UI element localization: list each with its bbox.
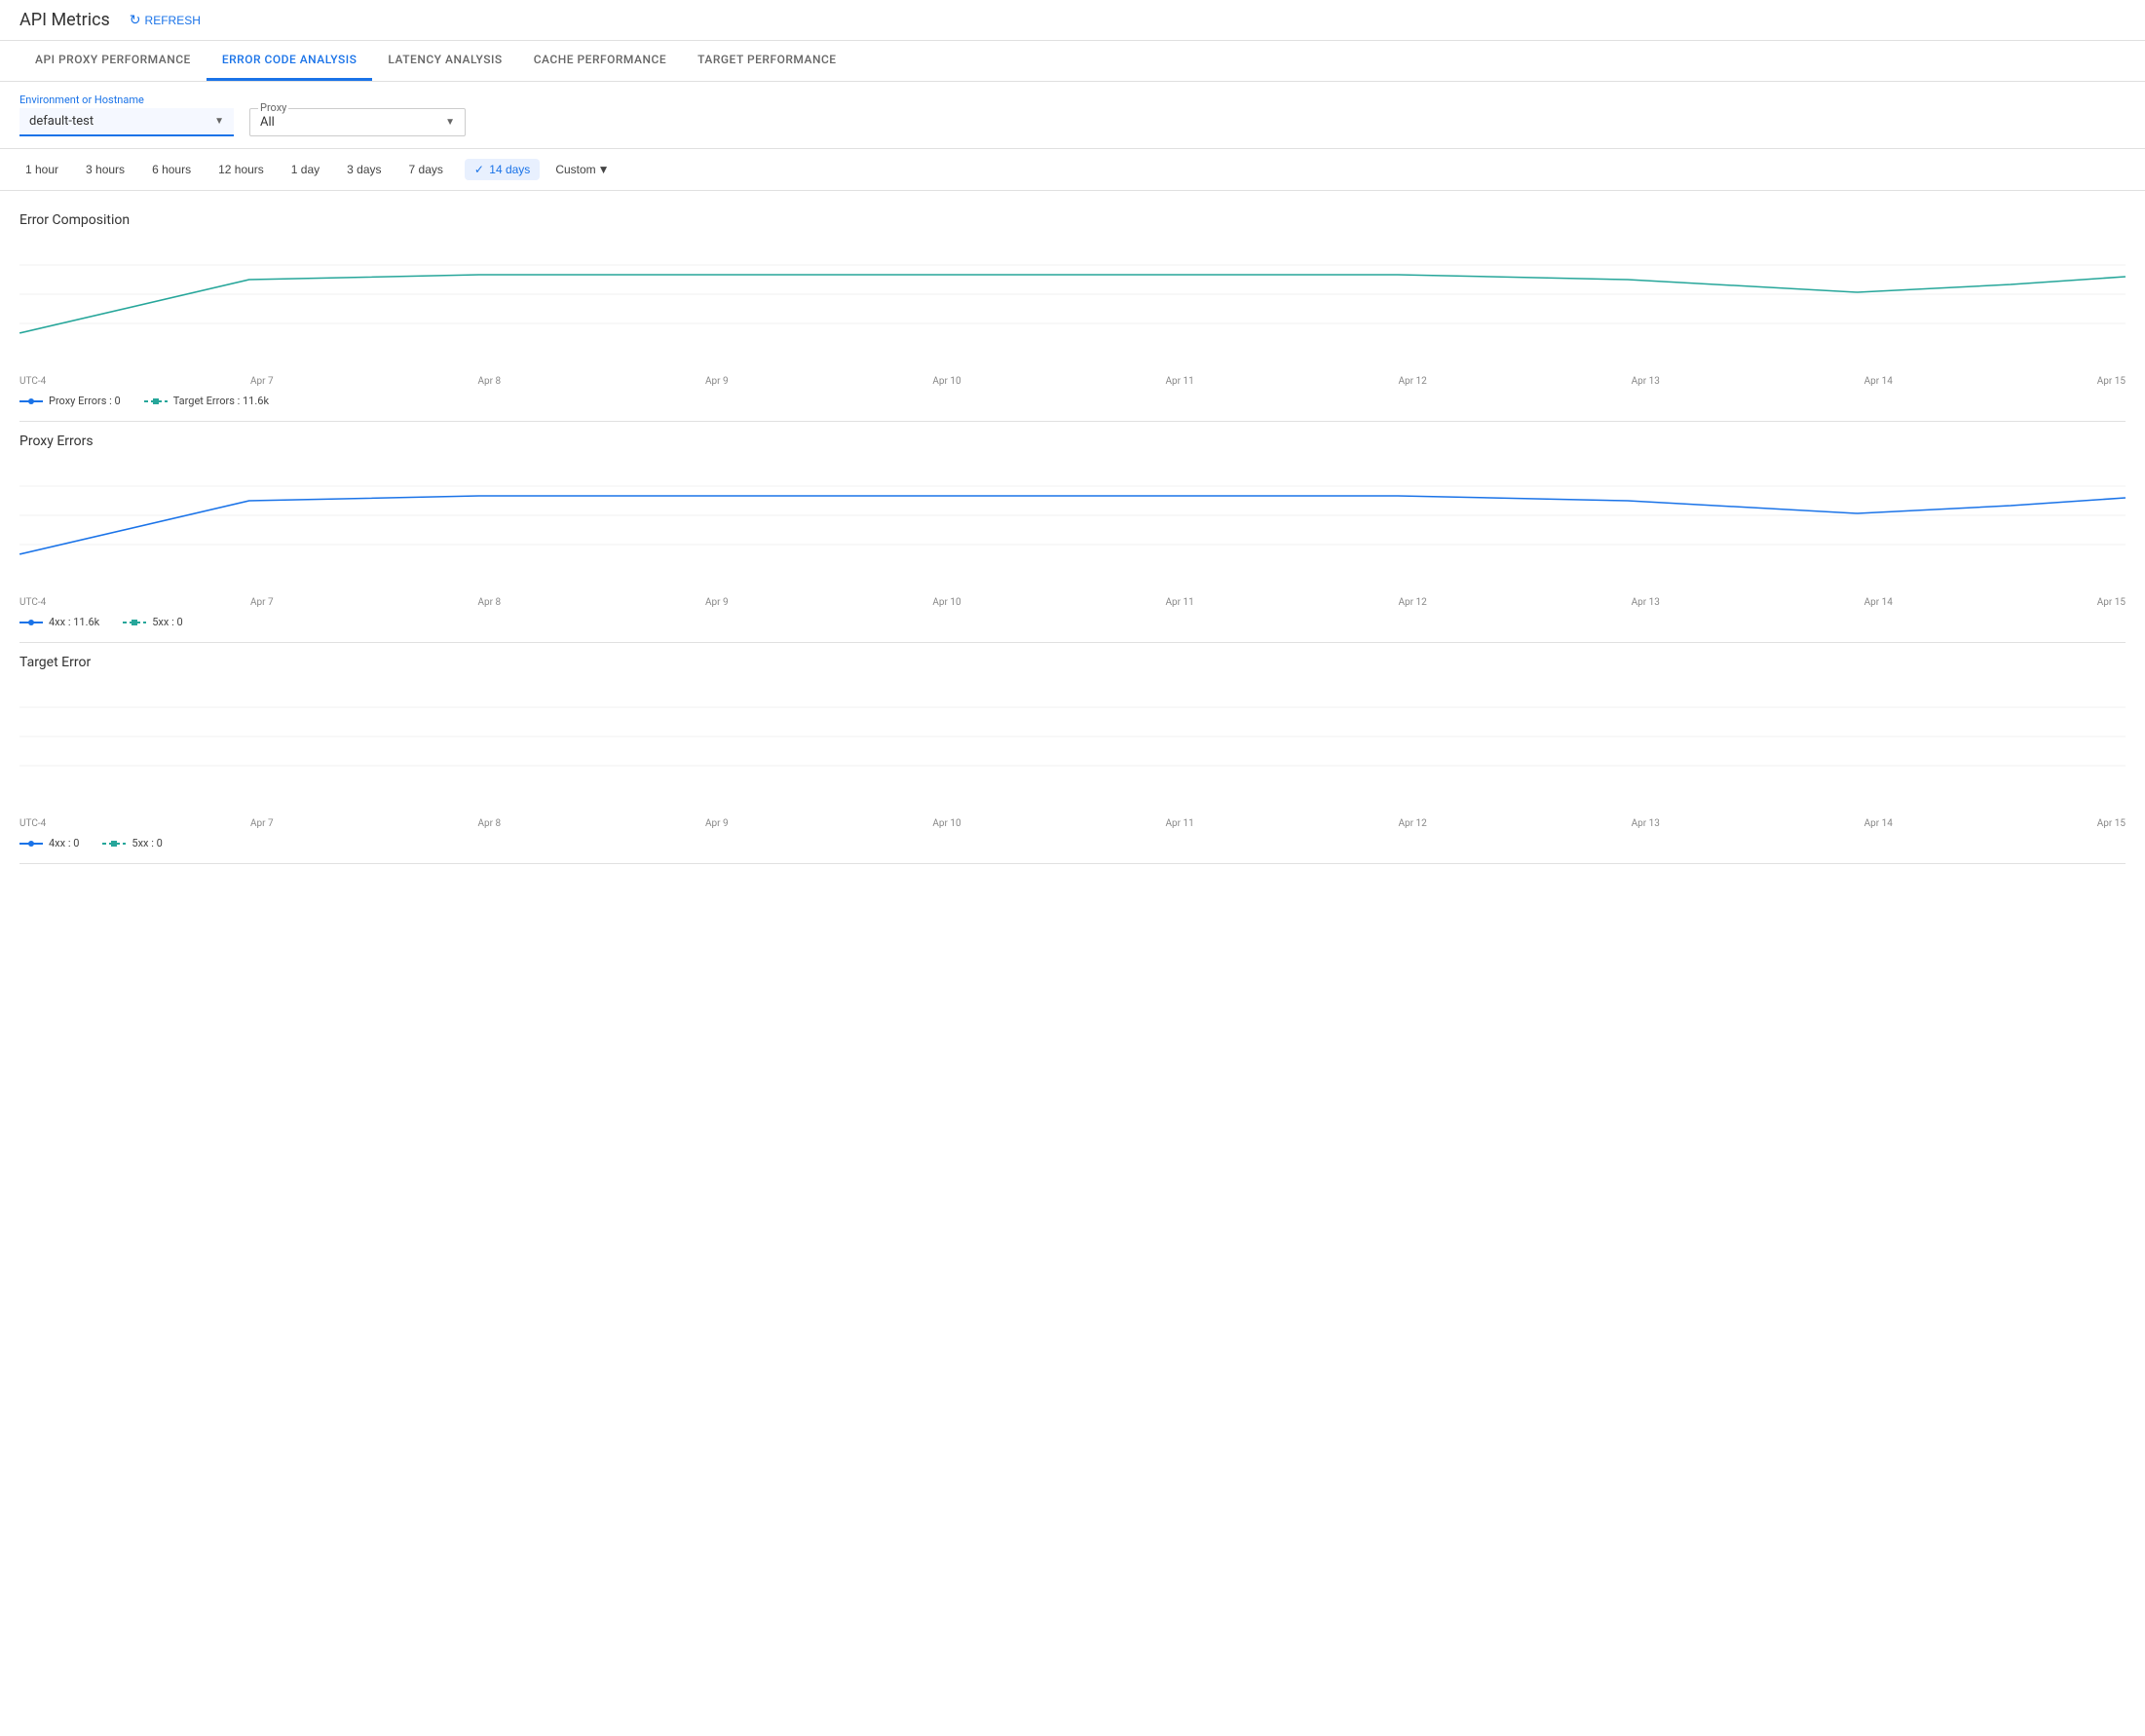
- proxy-filter-group: Proxy All ▼: [249, 108, 466, 136]
- time-14days[interactable]: ✓ 14 days: [465, 159, 540, 180]
- time-3days[interactable]: 3 days: [341, 159, 387, 180]
- legend-target-5xx: 5xx : 0: [102, 837, 162, 849]
- target-error-chart: [19, 678, 2126, 814]
- target-error-svg: [19, 678, 2126, 795]
- custom-dropdown-icon: ▼: [598, 163, 610, 176]
- legend-target-4xx-line-icon: [19, 838, 43, 849]
- legend-4xx: 4xx : 11.6k: [19, 616, 99, 628]
- time-7days[interactable]: 7 days: [403, 159, 449, 180]
- refresh-button[interactable]: ↻ REFRESH: [130, 12, 201, 28]
- env-dropdown-icon: ▼: [214, 116, 224, 127]
- tab-bar: API PROXY PERFORMANCE ERROR CODE ANALYSI…: [0, 41, 2145, 82]
- target-error-legend: 4xx : 0 5xx : 0: [19, 837, 2126, 849]
- filters-row: Environment or Hostname default-test ▼ P…: [0, 82, 2145, 149]
- proxy-errors-xaxis: UTC-4 Apr 7 Apr 8 Apr 9 Apr 10 Apr 11 Ap…: [19, 595, 2126, 610]
- legend-target-5xx-line-icon: [102, 838, 126, 849]
- env-filter-label: Environment or Hostname: [19, 94, 234, 106]
- legend-target-5xx-label: 5xx : 0: [132, 837, 162, 849]
- legend-4xx-line-icon: [19, 617, 43, 628]
- refresh-icon: ↻: [130, 12, 141, 28]
- error-composition-section: Error Composition UTC-4 Apr 7 Apr 8 Apr …: [19, 212, 2126, 422]
- error-composition-title: Error Composition: [19, 212, 2126, 228]
- custom-label: Custom: [555, 163, 595, 176]
- target-error-xaxis: UTC-4 Apr 7 Apr 8 Apr 9 Apr 10 Apr 11 Ap…: [19, 816, 2126, 831]
- proxy-errors-section: Proxy Errors UTC-4 Apr 7 Apr 8 Apr 9 Apr…: [19, 434, 2126, 643]
- tab-target[interactable]: TARGET PERFORMANCE: [682, 41, 851, 81]
- legend-proxy-errors-line-icon: [19, 396, 43, 407]
- target-error-section: Target Error UTC-4 Apr 7 Apr 8 Apr 9 Apr…: [19, 655, 2126, 864]
- target-error-title: Target Error: [19, 655, 2126, 670]
- time-1day[interactable]: 1 day: [285, 159, 325, 180]
- legend-target-4xx: 4xx : 0: [19, 837, 79, 849]
- time-1hour[interactable]: 1 hour: [19, 159, 64, 180]
- proxy-errors-title: Proxy Errors: [19, 434, 2126, 449]
- charts-container: Error Composition UTC-4 Apr 7 Apr 8 Apr …: [0, 191, 2145, 884]
- proxy-errors-svg: [19, 457, 2126, 574]
- legend-target-errors: Target Errors : 11.6k: [144, 395, 269, 407]
- error-composition-legend: Proxy Errors : 0 Target Errors : 11.6k: [19, 395, 2126, 407]
- tab-latency[interactable]: LATENCY ANALYSIS: [372, 41, 517, 81]
- legend-5xx: 5xx : 0: [123, 616, 182, 628]
- legend-target-4xx-label: 4xx : 0: [49, 837, 79, 849]
- env-filter-group: Environment or Hostname default-test ▼: [19, 94, 234, 136]
- legend-target-errors-line-icon: [144, 396, 168, 407]
- legend-4xx-label: 4xx : 11.6k: [49, 616, 99, 628]
- legend-target-errors-label: Target Errors : 11.6k: [173, 395, 269, 407]
- time-custom[interactable]: Custom ▼: [555, 163, 609, 176]
- legend-5xx-line-icon: [123, 617, 146, 628]
- legend-proxy-errors: Proxy Errors : 0: [19, 395, 121, 407]
- env-select[interactable]: default-test ▼: [19, 108, 234, 136]
- error-composition-chart: [19, 236, 2126, 372]
- proxy-errors-chart: [19, 457, 2126, 593]
- proxy-filter-label: Proxy: [258, 101, 288, 114]
- refresh-label: REFRESH: [145, 14, 201, 27]
- check-icon: ✓: [474, 163, 484, 176]
- error-composition-svg: [19, 236, 2126, 353]
- env-select-value: default-test: [29, 114, 94, 129]
- proxy-select[interactable]: All ▼: [260, 115, 455, 130]
- error-composition-xaxis: UTC-4 Apr 7 Apr 8 Apr 9 Apr 10 Apr 11 Ap…: [19, 374, 2126, 389]
- proxy-dropdown-icon: ▼: [445, 117, 455, 128]
- tab-error-code[interactable]: ERROR CODE ANALYSIS: [207, 41, 373, 81]
- header: API Metrics ↻ REFRESH: [0, 0, 2145, 41]
- time-filters-row: 1 hour 3 hours 6 hours 12 hours 1 day 3 …: [0, 149, 2145, 191]
- time-6hours[interactable]: 6 hours: [146, 159, 197, 180]
- time-12hours[interactable]: 12 hours: [212, 159, 270, 180]
- page-title: API Metrics: [19, 10, 110, 30]
- tab-api-proxy[interactable]: API PROXY PERFORMANCE: [19, 41, 207, 81]
- proxy-errors-legend: 4xx : 11.6k 5xx : 0: [19, 616, 2126, 628]
- legend-proxy-errors-label: Proxy Errors : 0: [49, 395, 121, 407]
- time-3hours[interactable]: 3 hours: [80, 159, 131, 180]
- proxy-select-value: All: [260, 115, 275, 130]
- legend-5xx-label: 5xx : 0: [152, 616, 182, 628]
- tab-cache[interactable]: CACHE PERFORMANCE: [518, 41, 682, 81]
